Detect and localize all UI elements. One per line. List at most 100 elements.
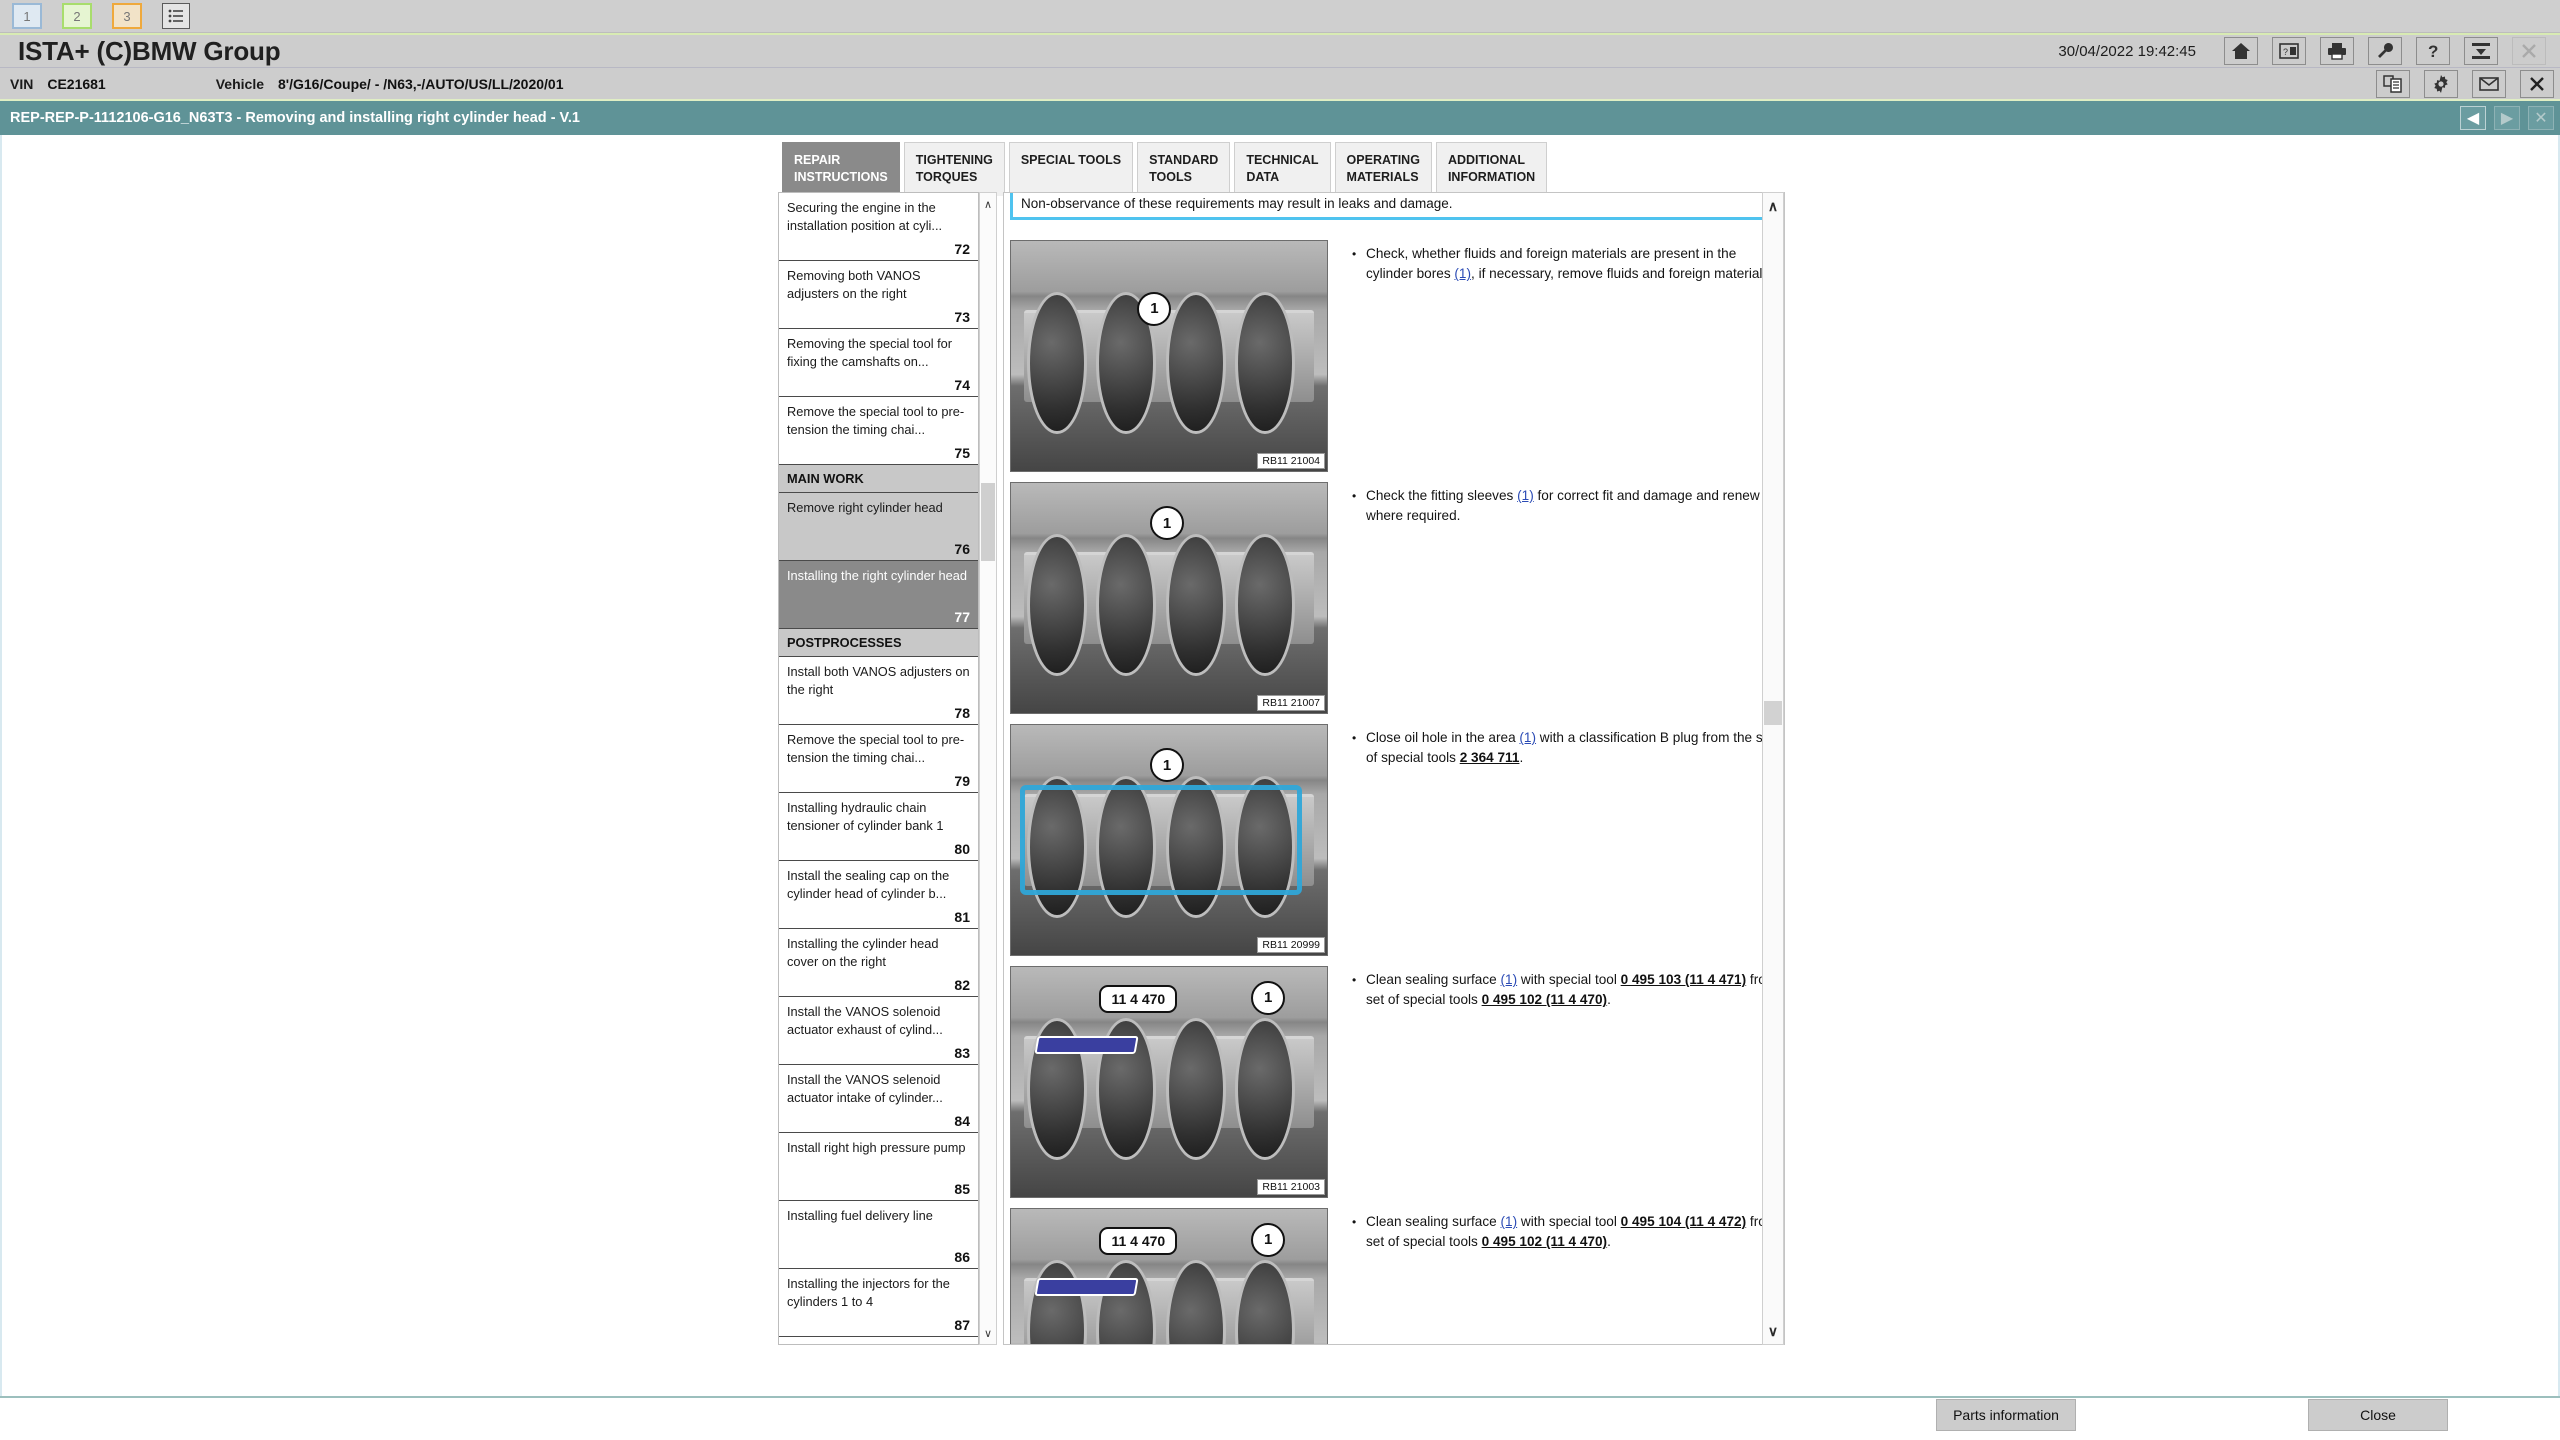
prev-page-button[interactable]: ◀	[2460, 106, 2486, 130]
part-reference-link[interactable]: (1)	[1501, 972, 1518, 987]
close-document-button[interactable]: ✕	[2528, 106, 2554, 130]
content-tab-bar: REPAIR INSTRUCTIONS TIGHTENING TORQUES S…	[782, 142, 1548, 196]
sidebar-item-75[interactable]: Remove the special tool to pre-tension t…	[779, 397, 978, 465]
tab-operating-materials[interactable]: OPERATING MATERIALS	[1334, 142, 1432, 196]
sidebar-scroll-thumb[interactable]	[981, 483, 995, 561]
gasket-outline-photo: 1 RB11 20999	[1010, 724, 1328, 956]
sidebar-item-74[interactable]: Removing the special tool for fixing the…	[779, 329, 978, 397]
help-icon[interactable]: ?	[2416, 37, 2450, 65]
sidebar-item-84[interactable]: Install the VANOS selenoid actuator inta…	[779, 1065, 978, 1133]
tab-special-tools[interactable]: SPECIAL TOOLS	[1008, 142, 1134, 196]
text-span: .	[1607, 1234, 1611, 1250]
sidebar-item-label: Install the VANOS solenoid actuator exha…	[787, 1004, 943, 1037]
instruction-text: Check the fitting sleeves (1) for correc…	[1366, 486, 1778, 527]
sidebar-item-number: 79	[954, 773, 970, 789]
id-card-icon[interactable]: ?	[2272, 37, 2306, 65]
timestamp: 30/04/2022 19:42:45	[2058, 42, 2196, 60]
task-list-icon[interactable]	[162, 3, 190, 29]
sidebar-item-number: 72	[954, 241, 970, 257]
sidebar-item-78[interactable]: Install both VANOS adjusters on the righ…	[779, 657, 978, 725]
special-tool-link[interactable]: 2 364 711	[1460, 750, 1520, 765]
vin-value: CE21681	[47, 75, 106, 92]
sidebar-scroll-up-icon[interactable]: ∧	[980, 195, 996, 213]
window-tab-3[interactable]: 3	[112, 3, 142, 29]
next-page-button[interactable]: ▶	[2494, 106, 2520, 130]
callout-number: 1	[1150, 506, 1185, 540]
instruction-row: 1 RB11 21007 • Check the fitting sleeves (1…	[1004, 482, 1784, 714]
sidebar-item-72[interactable]: Securing the engine in the installation …	[779, 193, 978, 261]
content-scrollbar[interactable]: ∧ ∨	[1762, 192, 1784, 1345]
content-scroll-thumb[interactable]	[1764, 701, 1782, 725]
image-reference-code: RB11 21007	[1257, 695, 1325, 711]
tab-tightening-torques[interactable]: TIGHTENING TORQUES	[903, 142, 1005, 196]
text-span: Check the fitting sleeves	[1366, 488, 1518, 503]
engine-block-illustration	[1011, 241, 1327, 471]
special-tool-link[interactable]: 0 495 103 (11 4 471)	[1621, 972, 1746, 987]
sidebar-item-85[interactable]: Install right high pressure pump 85	[779, 1133, 978, 1201]
document-title: REP-REP-P-1112106-G16_N63T3 - Removing a…	[10, 110, 580, 126]
sidebar-item-83[interactable]: Install the VANOS solenoid actuator exha…	[779, 997, 978, 1065]
tab-technical-data[interactable]: TECHNICAL DATA	[1234, 142, 1331, 196]
tab-standard-tools[interactable]: STANDARD TOOLS	[1137, 142, 1231, 196]
sidebar-item-86[interactable]: Installing fuel delivery line 86	[779, 1201, 978, 1269]
text-span: with special tool	[1517, 1214, 1621, 1229]
content-scroll-down-icon[interactable]: ∨	[1763, 1320, 1783, 1342]
sidebar-item-number: 85	[954, 1181, 970, 1197]
sidebar-item-number: 84	[954, 1113, 970, 1129]
part-reference-link[interactable]: (1)	[1517, 488, 1534, 503]
sidebar-item-label: Installing the cylinder head cover on th…	[787, 936, 939, 969]
sidebar-item-number: 78	[954, 705, 970, 721]
content-scroll-up-icon[interactable]: ∧	[1763, 195, 1783, 217]
gear-icon[interactable]	[2424, 69, 2458, 98]
parts-information-button[interactable]: Parts information	[1936, 1399, 2076, 1431]
sidebar-scrollbar[interactable]: ∧ ∨	[979, 192, 997, 1345]
sidebar-item-label: Remove the special tool to pre-tension t…	[787, 404, 965, 437]
sidebar-item-81[interactable]: Install the sealing cap on the cylinder …	[779, 861, 978, 929]
cylinder-bores-photo: 1 RB11 21004	[1010, 240, 1328, 472]
part-reference-link[interactable]: (1)	[1501, 1214, 1518, 1229]
tab-repair-instructions[interactable]: REPAIR INSTRUCTIONS	[782, 142, 900, 196]
instruction-image-cell: 11 4 470 1 RB11 21003	[1010, 966, 1330, 1198]
document-title-bar: REP-REP-P-1112106-G16_N63T3 - Removing a…	[0, 99, 2560, 135]
close-window-icon[interactable]	[2520, 69, 2554, 98]
special-tool-link[interactable]: 0 495 104 (11 4 472)	[1621, 1214, 1746, 1229]
sidebar-item-number: 76	[954, 541, 970, 557]
mail-icon[interactable]	[2472, 69, 2506, 98]
sidebar-section-header: MAIN WORK	[779, 465, 978, 493]
sidebar-item-77[interactable]: Installing the right cylinder head 77	[779, 561, 978, 629]
sidebar-item-82[interactable]: Installing the cylinder head cover on th…	[779, 929, 978, 997]
part-reference-link[interactable]: (1)	[1519, 730, 1536, 745]
close-button[interactable]: Close	[2308, 1399, 2448, 1431]
close-icon[interactable]	[2512, 37, 2546, 65]
sidebar-item-partial[interactable]: Install the right rail	[779, 1337, 978, 1344]
collapse-icon[interactable]	[2464, 37, 2498, 65]
wrench-icon[interactable]	[2368, 37, 2402, 65]
window-tab-1[interactable]: 1	[12, 3, 42, 29]
sidebar-item-number: 77	[954, 609, 970, 625]
instruction-image-cell: 1 RB11 21004	[1010, 240, 1330, 472]
instruction-bullet: • Close oil hole in the area (1) with a c…	[1352, 728, 1778, 769]
sidebar-item-label: Securing the engine in the installation …	[787, 200, 943, 233]
part-reference-link[interactable]: (1)	[1454, 266, 1471, 281]
step-list-sidebar[interactable]: Securing the engine in the installation …	[778, 192, 979, 1345]
print-icon[interactable]	[2320, 37, 2354, 65]
special-tool-link[interactable]: 0 495 102 (11 4 470)	[1482, 1234, 1607, 1249]
text-span: , if necessary, remove fluids and foreig…	[1471, 266, 1773, 282]
sidebar-section-header: POSTPROCESSES	[779, 629, 978, 657]
sidebar-item-87[interactable]: Installing the injectors for the cylinde…	[779, 1269, 978, 1337]
window-tab-2[interactable]: 2	[62, 3, 92, 29]
sidebar-item-73[interactable]: Removing both VANOS adjusters on the rig…	[779, 261, 978, 329]
bullet-marker: •	[1352, 973, 1357, 987]
sidebar-item-80[interactable]: Installing hydraulic chain tensioner of …	[779, 793, 978, 861]
sidebar-item-76[interactable]: Remove right cylinder head 76	[779, 493, 978, 561]
sidebar-scroll-down-icon[interactable]: ∨	[980, 1324, 996, 1342]
vin-label: VIN	[10, 75, 34, 92]
special-tool-overlay	[1034, 1036, 1139, 1055]
documents-icon[interactable]	[2376, 69, 2410, 98]
home-icon[interactable]	[2224, 37, 2258, 65]
special-tool-link[interactable]: 0 495 102 (11 4 470)	[1482, 992, 1607, 1007]
sidebar-item-79[interactable]: Remove the special tool to pre-tension t…	[779, 725, 978, 793]
tab-additional-information[interactable]: ADDITIONAL INFORMATION	[1435, 142, 1548, 196]
instruction-text: Clean sealing surface (1) with special t…	[1366, 970, 1778, 1011]
instruction-bullet: • Check, whether fluids and foreign mater…	[1352, 244, 1778, 285]
